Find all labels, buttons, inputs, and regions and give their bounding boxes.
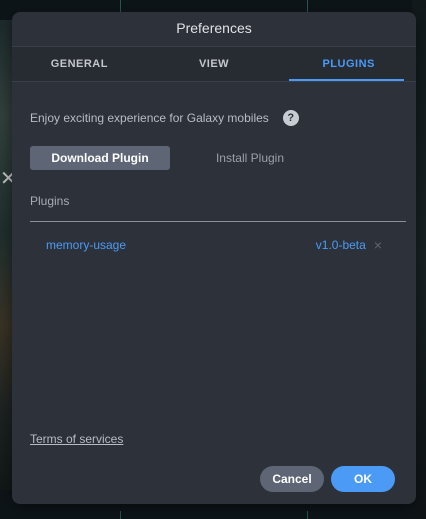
install-plugin-button[interactable]: Install Plugin xyxy=(170,146,330,170)
tab-view[interactable]: VIEW xyxy=(147,47,282,81)
plugins-section-label: Plugins xyxy=(30,194,70,208)
background-close-mark: ✕ xyxy=(0,168,17,190)
remove-plugin-icon[interactable]: × xyxy=(374,238,382,252)
plugin-name[interactable]: memory-usage xyxy=(46,238,126,252)
cancel-button[interactable]: Cancel xyxy=(260,466,324,492)
section-divider xyxy=(30,221,406,222)
guide-line xyxy=(307,511,308,519)
intro-text: Enjoy exciting experience for Galaxy mob… xyxy=(30,111,269,125)
tab-bar: GENERAL VIEW PLUGINS xyxy=(12,46,416,82)
intro-row: Enjoy exciting experience for Galaxy mob… xyxy=(30,108,398,128)
plugin-version: v1.0-beta xyxy=(315,238,366,252)
plugin-list-item[interactable]: memory-usage v1.0-beta × xyxy=(30,236,398,254)
tab-plugins[interactable]: PLUGINS xyxy=(281,47,416,81)
terms-of-services-link[interactable]: Terms of services xyxy=(30,432,123,446)
help-icon[interactable]: ? xyxy=(282,110,299,126)
guide-line xyxy=(307,0,308,12)
guide-line xyxy=(120,511,121,519)
tab-general[interactable]: GENERAL xyxy=(12,47,147,81)
guide-line xyxy=(120,0,121,12)
download-plugin-button[interactable]: Download Plugin xyxy=(30,146,170,170)
dialog-title: Preferences xyxy=(176,20,252,36)
plugin-subtabs: Download Plugin Install Plugin xyxy=(30,146,398,170)
preferences-dialog: Preferences GENERAL VIEW PLUGINS Enjoy e… xyxy=(12,12,416,504)
plugins-panel: Enjoy exciting experience for Galaxy mob… xyxy=(12,108,416,254)
ok-button[interactable]: OK xyxy=(331,466,395,492)
